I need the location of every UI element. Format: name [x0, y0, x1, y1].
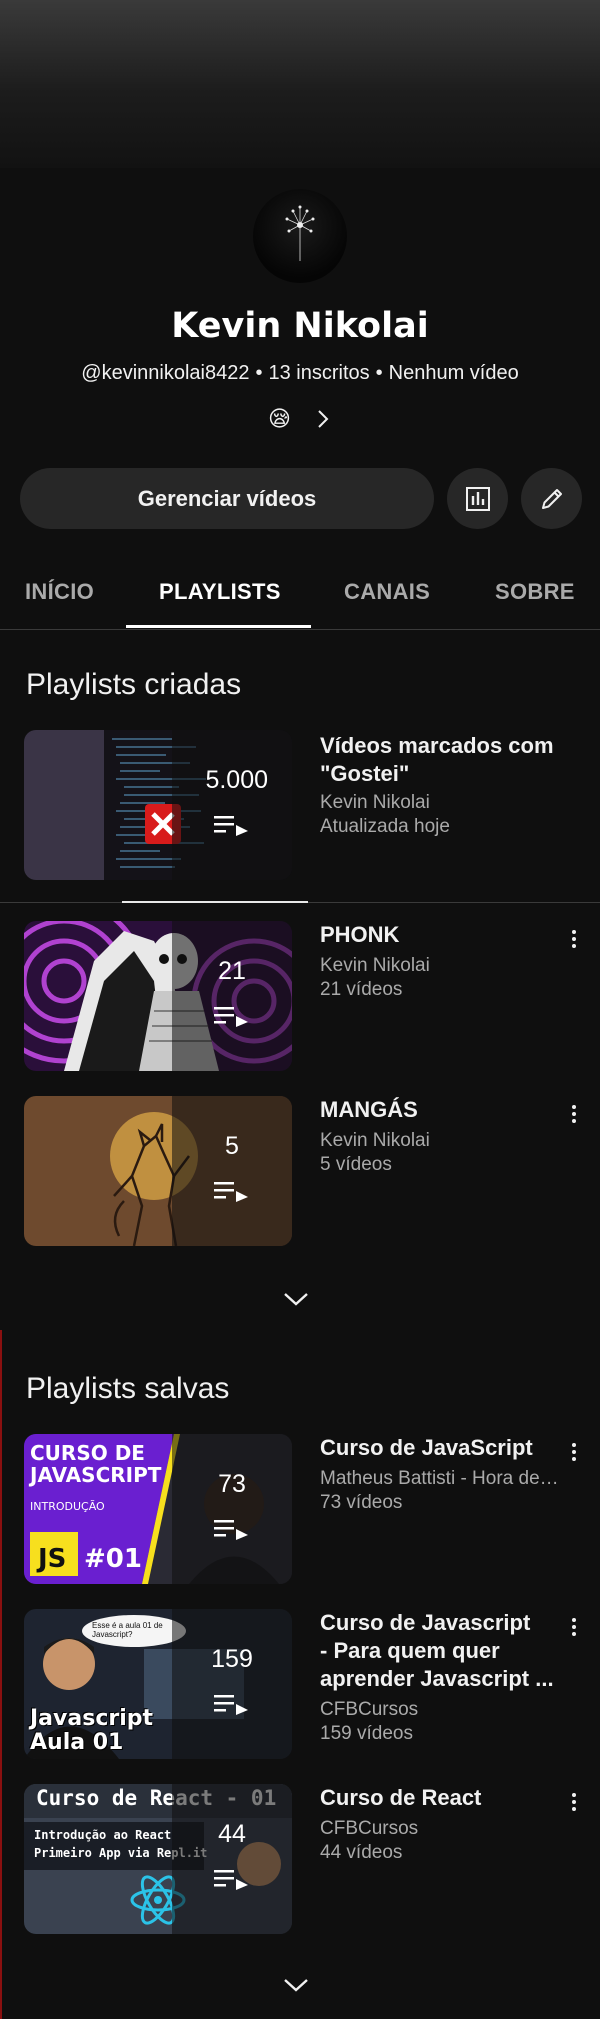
sleepy-face-emoji: 😪 — [268, 406, 291, 431]
playlist-title-line: Vídeos marcados com — [320, 733, 554, 758]
separator: • — [255, 362, 263, 384]
more-options-icon[interactable] — [562, 925, 586, 953]
episode-number: #01 — [84, 1544, 142, 1574]
manage-videos-button[interactable]: Gerenciar vídeos — [20, 468, 434, 529]
count-overlay — [172, 1609, 292, 1759]
playlist-meta: 44 vídeos — [320, 1842, 403, 1863]
analytics-button[interactable] — [447, 468, 508, 529]
playlist-thumbnail[interactable]: 21 — [24, 921, 292, 1071]
edge-accent — [0, 1330, 2, 2019]
playlist-meta: 5 vídeos — [320, 1154, 392, 1175]
more-options-icon[interactable] — [562, 1788, 586, 1816]
playlist-thumbnail[interactable]: Esse é a aula 01 de Javascript? Javascri… — [24, 1609, 292, 1759]
more-options-icon[interactable] — [562, 1100, 586, 1128]
playlist-icon — [214, 1520, 248, 1540]
thumbnail-text-line: INTRODUÇÃO — [30, 1500, 105, 1513]
pencil-icon — [541, 488, 562, 509]
channel-banner — [0, 0, 600, 168]
chevron-right-icon[interactable] — [315, 408, 331, 430]
playlist-title[interactable]: MANGÁS — [320, 1096, 560, 1124]
playlist-title[interactable]: Curso de JavaScript — [320, 1434, 560, 1462]
playlist-title[interactable]: PHONK — [320, 921, 560, 949]
playlist-title[interactable]: Vídeos marcados com "Gostei" — [320, 732, 560, 788]
thumbnail-text: Javascript Aula 01 — [30, 1707, 153, 1755]
playlist-count: 159 — [211, 1645, 253, 1673]
playlist-icon — [214, 1007, 248, 1027]
playlist-count: 44 — [218, 1820, 246, 1848]
chevron-down-icon[interactable] — [282, 1976, 310, 1994]
playlist-count: 5 — [225, 1132, 239, 1160]
playlist-channel: Kevin Nikolai — [320, 1130, 430, 1151]
saved-playlists-heading: Playlists salvas — [26, 1372, 230, 1405]
playlist-title[interactable]: Curso de Javascript - Para quem quer apr… — [320, 1609, 560, 1693]
playlist-channel: Kevin Nikolai — [320, 792, 430, 813]
thumbnail-text: CURSO DE JAVASCRIPT INTRODUÇÃO — [30, 1442, 161, 1518]
playlist-thumbnail[interactable]: 5.000 — [24, 730, 292, 880]
channel-handle: @kevinnikolai8422 — [81, 362, 250, 384]
channel-more-row[interactable]: 😪 — [268, 404, 331, 434]
tab-inicio[interactable]: INÍCIO — [25, 579, 94, 605]
analytics-icon — [465, 486, 490, 511]
speech-bubble-text: Esse é a aula 01 de Javascript? — [92, 1621, 163, 1639]
playlist-count: 73 — [218, 1470, 246, 1498]
more-options-icon[interactable] — [562, 1438, 586, 1466]
subscriber-count: 13 inscritos — [268, 362, 370, 384]
playlist-thumbnail[interactable]: Curso de React - 01 Introdução ao React … — [24, 1784, 292, 1934]
channel-avatar[interactable] — [253, 189, 347, 283]
drag-indicator — [122, 901, 308, 903]
playlist-icon — [214, 1870, 248, 1890]
playlist-icon — [214, 1695, 248, 1715]
playlist-channel: CFBCursos — [320, 1699, 419, 1720]
created-playlists-heading: Playlists criadas — [26, 668, 242, 701]
count-overlay — [172, 1784, 292, 1934]
playlist-meta: 159 vídeos — [320, 1723, 413, 1744]
js-badge: JS — [38, 1544, 67, 1574]
thumbnail-text-line: JAVASCRIPT — [30, 1463, 162, 1487]
playlist-title-line: "Gostei" — [320, 761, 410, 786]
chevron-down-icon[interactable] — [282, 1290, 310, 1308]
more-options-icon[interactable] — [562, 1613, 586, 1641]
playlist-title-line: aprender Javascript ... — [320, 1666, 554, 1691]
playlist-channel: Kevin Nikolai — [320, 955, 430, 976]
playlist-thumbnail[interactable]: CURSO DE JAVASCRIPT INTRODUÇÃO JS #01 73 — [24, 1434, 292, 1584]
playlist-title-line: - Para quem quer — [320, 1638, 500, 1663]
playlist-icon — [214, 816, 248, 836]
thumbnail-text-line: Aula 01 — [30, 1730, 124, 1755]
channel-tabs: INÍCIO PLAYLISTS CANAIS SOBRE — [0, 560, 600, 630]
playlist-count: 21 — [218, 957, 246, 985]
dandelion-image — [285, 205, 315, 261]
playlist-title[interactable]: Curso de React — [320, 1784, 560, 1812]
count-overlay — [172, 921, 292, 1071]
tab-sobre[interactable]: SOBRE — [495, 579, 575, 605]
playlist-title-line: Curso de Javascript — [320, 1610, 531, 1635]
thumbnail-text-line: Javascript — [30, 1706, 154, 1731]
playlist-meta: 73 vídeos — [320, 1492, 403, 1513]
playlist-channel: Matheus Battisti - Hora de Codar — [320, 1468, 560, 1489]
tab-canais[interactable]: CANAIS — [344, 579, 430, 605]
count-overlay — [172, 1096, 292, 1246]
playlist-count: 5.000 — [205, 766, 268, 794]
active-tab-indicator — [126, 625, 311, 628]
playlist-icon — [214, 1182, 248, 1202]
channel-name: Kevin Nikolai — [171, 306, 429, 346]
tab-playlists[interactable]: PLAYLISTS — [159, 579, 281, 605]
count-overlay — [172, 1434, 292, 1584]
playlist-meta: Atualizada hoje — [320, 816, 450, 837]
playlist-meta: 21 vídeos — [320, 979, 403, 1000]
video-count: Nenhum vídeo — [388, 362, 519, 384]
separator: • — [375, 362, 383, 384]
playlist-channel: CFBCursos — [320, 1818, 419, 1839]
thumbnail-text-line: CURSO DE — [30, 1441, 145, 1465]
count-overlay — [172, 730, 292, 880]
edit-channel-button[interactable] — [521, 468, 582, 529]
playlist-thumbnail[interactable]: 5 — [24, 1096, 292, 1246]
channel-meta: @kevinnikolai8422 • 13 inscritos • Nenhum ví… — [0, 362, 600, 385]
